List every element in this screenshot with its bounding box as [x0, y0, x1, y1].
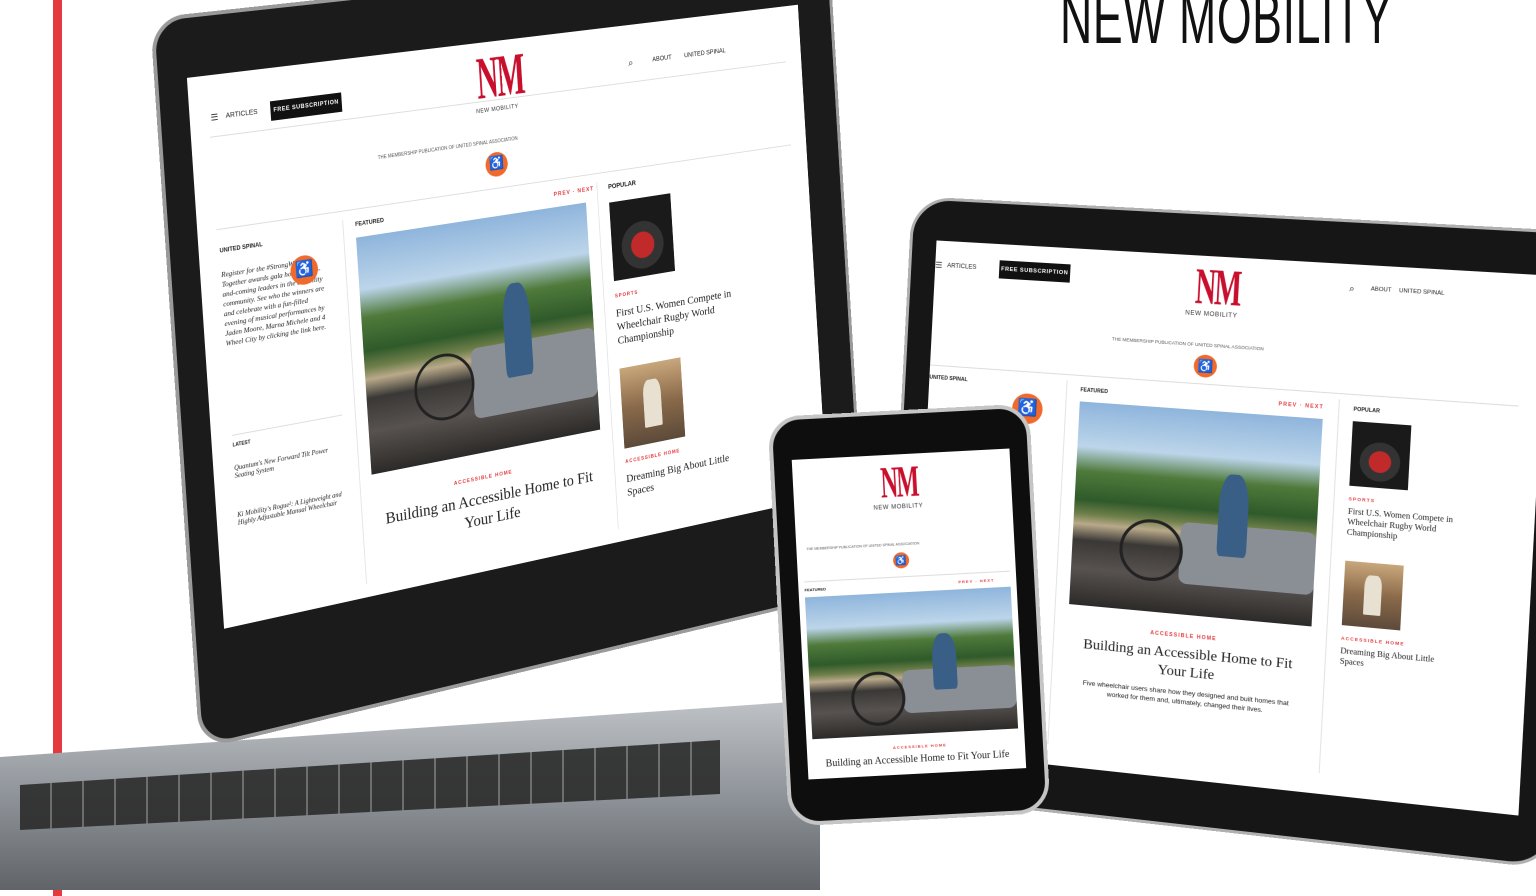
- popular-kicker[interactable]: ACCESSIBLE HOME: [1341, 635, 1405, 646]
- menu-icon[interactable]: ☰: [935, 260, 943, 269]
- person: [1216, 473, 1251, 559]
- nav-about[interactable]: ABOUT: [652, 55, 672, 64]
- laptop-website: ☰ ARTICLES FREE SUBSCRIPTION NM NEW MOBI…: [186, 4, 828, 629]
- prev-next-links[interactable]: PREV · NEXT: [554, 186, 595, 198]
- popular-headline[interactable]: Dreaming Big About Little Spaces: [1340, 646, 1450, 677]
- nav-united-spinal[interactable]: UNITED SPINAL: [1399, 288, 1445, 297]
- featured-kicker[interactable]: ACCESSIBLE HOME: [1150, 630, 1217, 642]
- prev-next-links[interactable]: PREV · NEXT: [958, 577, 994, 584]
- brand-title: NEW MOBILITY: [1060, 0, 1393, 59]
- featured-kicker[interactable]: ACCESSIBLE HOME: [893, 742, 947, 750]
- wheelchair-badge-icon: ♿: [484, 150, 509, 179]
- featured-photo[interactable]: [1069, 401, 1323, 627]
- nav-articles[interactable]: ARTICLES: [226, 109, 258, 120]
- search-icon[interactable]: ⌕: [1349, 283, 1355, 295]
- laptop-device: ☰ ARTICLES FREE SUBSCRIPTION NM NEW MOBI…: [150, 0, 868, 750]
- popular-headline[interactable]: First U.S. Women Compete in Wheelchair R…: [1347, 507, 1480, 549]
- popular-photo-rugby[interactable]: [609, 193, 676, 282]
- latest-item[interactable]: Ki Mobility's Rogue²: A Lightweight and …: [237, 489, 348, 526]
- sofa: [1178, 521, 1317, 596]
- logo-letters: NM: [879, 456, 919, 508]
- popular-photo-rugby[interactable]: [1349, 421, 1412, 491]
- featured-label: FEATURED: [804, 586, 827, 593]
- subscribe-button[interactable]: FREE SUBSCRIPTION: [998, 260, 1071, 283]
- search-icon[interactable]: ⌕: [628, 58, 634, 70]
- sidebar-section-label: UNITED SPINAL: [219, 242, 263, 255]
- phone-device: NM NEW MOBILITY THE MEMBERSHIP PUBLICATI…: [767, 403, 1051, 827]
- popular-kicker[interactable]: SPORTS: [615, 290, 638, 299]
- wheelchair-badge-icon: ♿: [892, 551, 910, 569]
- popular-label: POPULAR: [607, 180, 637, 191]
- sidebar-divider: [231, 414, 343, 436]
- nav-united-spinal[interactable]: UNITED SPINAL: [684, 48, 726, 60]
- nm-logo[interactable]: NM NEW MOBILITY: [1180, 256, 1246, 320]
- nav-articles[interactable]: ARTICLES: [947, 263, 977, 271]
- featured-photo[interactable]: [356, 202, 601, 475]
- column-divider: [1318, 399, 1340, 774]
- popular-photo-home[interactable]: [1341, 560, 1404, 631]
- tagline: THE MEMBERSHIP PUBLICATION OF UNITED SPI…: [806, 541, 920, 552]
- tagline: THE MEMBERSHIP PUBLICATION OF UNITED SPI…: [1111, 336, 1264, 352]
- subscribe-button[interactable]: FREE SUBSCRIPTION: [269, 92, 343, 121]
- popular-kicker[interactable]: SPORTS: [1348, 496, 1375, 503]
- sofa: [901, 664, 1017, 714]
- wheelchair-wheel: [412, 349, 477, 426]
- nav-about[interactable]: ABOUT: [1371, 286, 1392, 293]
- latest-label: LATEST: [232, 439, 251, 449]
- logo-letters: NM: [1193, 256, 1242, 317]
- wheelchair-wheel: [850, 670, 907, 727]
- wheelchair-badge-icon: ♿: [1193, 354, 1218, 379]
- popular-photo-home[interactable]: [619, 357, 686, 449]
- menu-icon[interactable]: ☰: [210, 112, 218, 124]
- featured-photo[interactable]: [804, 586, 1019, 740]
- column-divider: [1047, 380, 1068, 745]
- prev-next-links[interactable]: PREV · NEXT: [1278, 401, 1324, 410]
- featured-label: FEATURED: [355, 218, 385, 229]
- wheelchair-wheel: [1118, 516, 1185, 584]
- featured-headline[interactable]: Building an Accessible Home to Fit Your …: [817, 749, 1017, 771]
- popular-label: POPULAR: [1353, 406, 1381, 415]
- person: [930, 632, 959, 691]
- nm-logo[interactable]: NM NEW MOBILITY: [866, 456, 929, 512]
- featured-label: FEATURED: [1080, 387, 1109, 396]
- phone-website: NM NEW MOBILITY THE MEMBERSHIP PUBLICATI…: [791, 448, 1027, 780]
- latest-item[interactable]: Quantum's New Forward Tilt Power Seating…: [234, 443, 345, 480]
- sofa: [470, 327, 599, 420]
- nm-logo[interactable]: NM NEW MOBILITY: [459, 40, 531, 117]
- person: [500, 281, 534, 378]
- sidebar-section-label: UNITED SPINAL: [929, 374, 968, 384]
